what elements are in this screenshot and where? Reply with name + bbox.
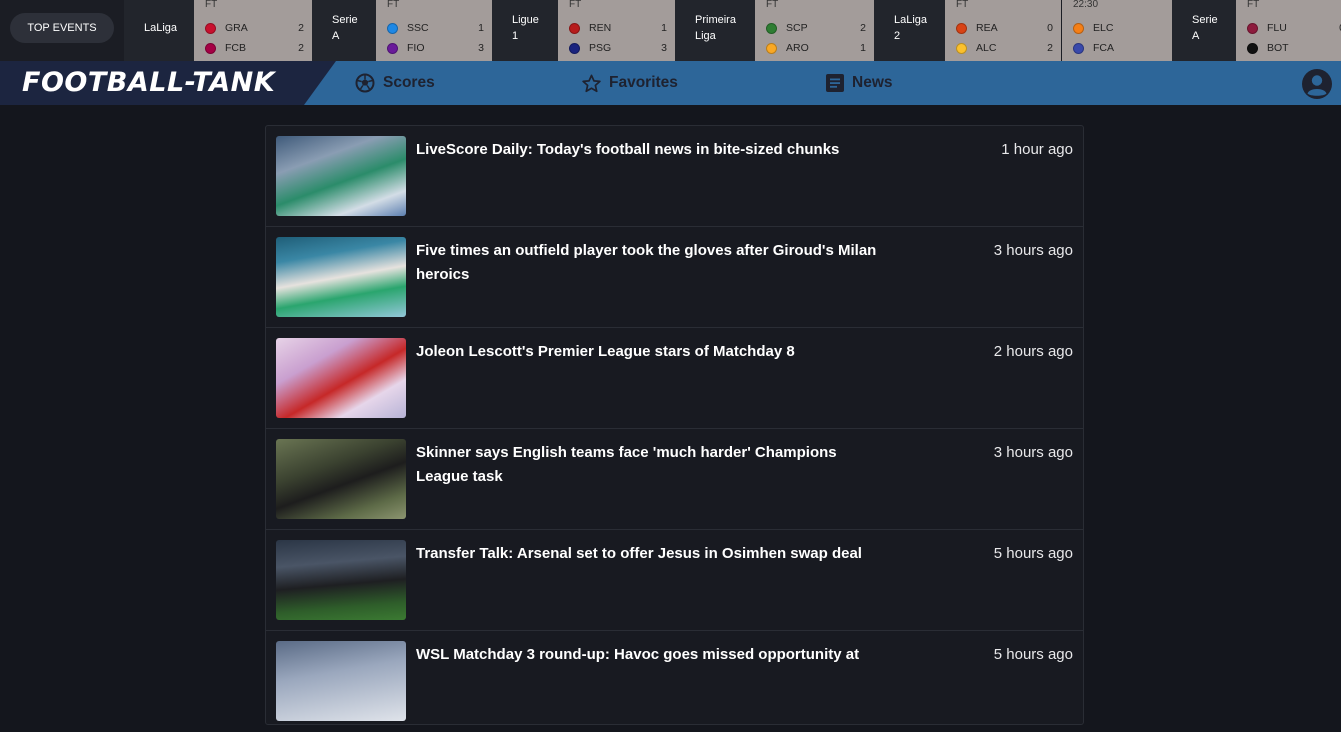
away-score: 1 <box>860 42 866 54</box>
away-score: 3 <box>661 42 667 54</box>
home-team: GRA <box>205 20 248 36</box>
match-scp-aro[interactable]: FT SCP 2 ARO 1 <box>755 0 874 61</box>
nav-news-label: News <box>852 74 893 91</box>
news-thumbnail <box>276 540 406 620</box>
team-crest-icon <box>956 22 967 34</box>
match-status: 22:30 <box>1073 0 1099 10</box>
match-status: FT <box>387 0 400 10</box>
news-title: Transfer Talk: Arsenal set to offer Jesu… <box>416 545 862 562</box>
logo-container[interactable]: FOOTBALL-TANK <box>0 61 336 105</box>
team-crest-icon <box>1247 42 1258 54</box>
team-crest-icon <box>1073 42 1084 54</box>
away-score: 2 <box>298 42 304 54</box>
match-elc-fca[interactable]: 22:30 ELC FCA <box>1062 0 1172 61</box>
away-team: ARO <box>766 40 809 56</box>
competition-primeira-liga[interactable]: Primeira Liga <box>675 0 755 61</box>
team-crest-icon <box>387 22 398 34</box>
home-team: REA <box>956 20 998 36</box>
nav-news[interactable]: News <box>826 61 893 105</box>
news-time: 5 hours ago <box>993 646 1073 663</box>
team-crest-icon <box>387 42 398 54</box>
team-crest-icon <box>766 42 777 54</box>
nav-favorites-label: Favorites <box>609 74 678 91</box>
news-title: Joleon Lescott's Premier League stars of… <box>416 343 795 360</box>
news-list: LiveScore Daily: Today's football news i… <box>265 125 1084 725</box>
away-team: FCB <box>205 40 246 56</box>
team-crest-icon <box>569 42 580 54</box>
competition-ligue-1[interactable]: Ligue 1 <box>492 0 558 61</box>
team-crest-icon <box>1073 22 1084 34</box>
match-status: FT <box>569 0 582 10</box>
main-navbar: FOOTBALL-TANK Scores Favorites News <box>0 61 1341 105</box>
home-team: SSC <box>387 20 429 36</box>
home-team: REN <box>569 20 611 36</box>
news-time: 2 hours ago <box>993 343 1073 360</box>
top-events-ticker: TOP EVENTS LaLiga FT GRA 2 FCB 2 Serie A… <box>0 0 1341 61</box>
match-status: FT <box>1247 0 1260 10</box>
competition-laliga[interactable]: LaLiga <box>124 0 194 61</box>
news-item[interactable]: Five times an outfield player took the g… <box>266 227 1083 328</box>
news-title: Five times an outfield player took the g… <box>416 242 877 283</box>
home-score: 2 <box>298 22 304 34</box>
site-logo: FOOTBALL-TANK <box>22 67 276 98</box>
soccer-ball-icon <box>355 73 375 93</box>
news-time: 3 hours ago <box>993 242 1073 259</box>
news-item[interactable]: LiveScore Daily: Today's football news i… <box>266 126 1083 227</box>
competition-laliga-2[interactable]: LaLiga 2 <box>874 0 945 61</box>
news-item[interactable]: Skinner says English teams face 'much ha… <box>266 429 1083 530</box>
news-thumbnail <box>276 338 406 418</box>
nav-scores-label: Scores <box>383 74 435 91</box>
team-crest-icon <box>205 42 216 54</box>
nav-scores[interactable]: Scores <box>355 61 435 105</box>
match-status: FT <box>956 0 969 10</box>
match-status: FT <box>205 0 218 10</box>
news-thumbnail <box>276 136 406 216</box>
news-thumbnail <box>276 641 406 721</box>
competition-serie-a[interactable]: Serie A <box>312 0 376 61</box>
star-icon <box>582 74 601 92</box>
news-item[interactable]: WSL Matchday 3 round-up: Havoc goes miss… <box>266 631 1083 732</box>
away-team: PSG <box>569 40 611 56</box>
home-score: 2 <box>860 22 866 34</box>
top-events-button[interactable]: TOP EVENTS <box>10 13 114 43</box>
news-time: 1 hour ago <box>1001 141 1073 158</box>
team-crest-icon <box>956 42 967 54</box>
user-avatar-icon[interactable] <box>1302 69 1332 99</box>
away-team: BOT <box>1247 40 1289 56</box>
news-item[interactable]: Transfer Talk: Arsenal set to offer Jesu… <box>266 530 1083 631</box>
home-score: 1 <box>478 22 484 34</box>
news-time: 5 hours ago <box>993 545 1073 562</box>
away-team: ALC <box>956 40 996 56</box>
team-crest-icon <box>205 22 216 34</box>
competition-serie-a-brazil[interactable]: Serie A <box>1172 0 1236 61</box>
away-team: FIO <box>387 40 425 56</box>
nav-favorites[interactable]: Favorites <box>582 61 678 105</box>
home-team: SCP <box>766 20 808 36</box>
team-crest-icon <box>569 22 580 34</box>
news-icon <box>826 74 844 92</box>
away-team: FCA <box>1073 40 1114 56</box>
news-item[interactable]: Joleon Lescott's Premier League stars of… <box>266 328 1083 429</box>
match-rea-alc[interactable]: FT REA 0 ALC 2 <box>945 0 1061 61</box>
team-crest-icon <box>1247 22 1258 34</box>
home-team: ELC <box>1073 20 1113 36</box>
home-score: 1 <box>661 22 667 34</box>
news-title: LiveScore Daily: Today's football news i… <box>416 141 840 158</box>
news-title: Skinner says English teams face 'much ha… <box>416 444 837 485</box>
home-score: 0 <box>1047 22 1053 34</box>
team-crest-icon <box>766 22 777 34</box>
away-score: 2 <box>1047 42 1053 54</box>
match-status: FT <box>766 0 779 10</box>
match-ssc-fio[interactable]: FT SSC 1 FIO 3 <box>376 0 492 61</box>
match-ren-psg[interactable]: FT REN 1 PSG 3 <box>558 0 675 61</box>
news-thumbnail <box>276 439 406 519</box>
match-flu-bot[interactable]: FT FLU 0 BOT <box>1236 0 1341 61</box>
match-gra-fcb[interactable]: FT GRA 2 FCB 2 <box>194 0 312 61</box>
news-thumbnail <box>276 237 406 317</box>
news-time: 3 hours ago <box>993 444 1073 461</box>
news-title: WSL Matchday 3 round-up: Havoc goes miss… <box>416 646 860 663</box>
away-score: 3 <box>478 42 484 54</box>
home-team: FLU <box>1247 20 1287 36</box>
